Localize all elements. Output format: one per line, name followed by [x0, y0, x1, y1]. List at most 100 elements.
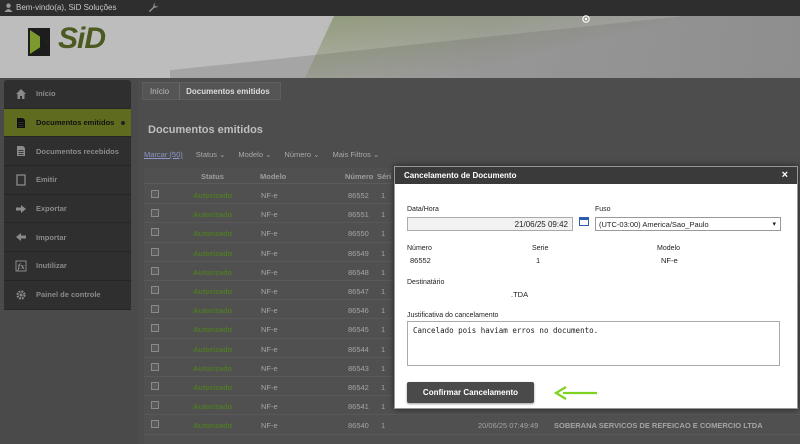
- row-status: Autorizado: [193, 229, 233, 239]
- modal-title: Cancelamento de Documento: [404, 171, 517, 180]
- confirm-cancel-button[interactable]: Confirmar Cancelamento: [407, 382, 534, 403]
- wrench-icon[interactable]: [148, 2, 159, 13]
- sidebar-item-label: Emitir: [36, 175, 58, 185]
- row-serie: 1: [381, 229, 386, 239]
- filter-status[interactable]: Status ⌄: [196, 150, 226, 159]
- document-icon: [14, 144, 28, 158]
- breadcrumb-current: Documentos emitidos: [186, 87, 270, 96]
- date-label: Data/Hora: [407, 206, 439, 213]
- sidebar-item-painel-de-controle[interactable]: Painel de controle: [4, 281, 131, 310]
- row-checkbox[interactable]: [151, 343, 159, 352]
- row-modelo: NF-e: [261, 248, 278, 258]
- row-modelo: NF-e: [261, 229, 278, 239]
- chevron-down-icon: ⌄: [372, 150, 380, 159]
- table-row[interactable]: Autorizado NF-e 86540 1 20/06/25 07:49:49 SOB…: [144, 415, 800, 435]
- fuso-select[interactable]: (UTC-03:00) America/Sao_Paulo ▾: [595, 217, 781, 231]
- destinatario-label: Destinatário: [407, 279, 445, 286]
- document-icon: [14, 116, 28, 130]
- fuso-label: Fuso: [595, 206, 611, 213]
- row-status: Autorizado: [193, 248, 233, 258]
- row-status: Autorizado: [193, 421, 233, 431]
- sidebar-item-documentos-emitidos[interactable]: Documentos emitidos: [4, 108, 131, 138]
- row-modelo: NF-e: [261, 306, 278, 316]
- col-status[interactable]: Status: [201, 172, 224, 181]
- chevron-down-icon: ⌄: [313, 150, 320, 159]
- arrow-left-icon: [14, 230, 28, 244]
- breadcrumb: Início Documentos emitidos: [142, 82, 281, 100]
- chevron-down-icon: ▾: [772, 221, 776, 228]
- row-status: Autorizado: [193, 383, 233, 392]
- sidebar-item-exportar[interactable]: Exportar: [4, 195, 131, 224]
- row-serie: 1: [381, 344, 386, 354]
- row-status: Autorizado: [193, 402, 233, 412]
- row-serie: 1: [381, 191, 386, 200]
- sidebar-item-label: Painel de controle: [36, 290, 101, 300]
- row-checkbox[interactable]: [151, 401, 159, 410]
- row-checkbox[interactable]: [151, 420, 159, 429]
- breadcrumb-home[interactable]: Início: [143, 83, 181, 100]
- sidebar-item-in-cio[interactable]: Início: [4, 80, 131, 109]
- row-status: Autorizado: [193, 210, 233, 220]
- row-serie: 1: [381, 325, 386, 335]
- sidebar-item-label: Inutilizar: [36, 261, 67, 271]
- row-modelo: NF-e: [261, 325, 278, 335]
- row-numero: 86542: [348, 383, 369, 392]
- filter-bar: Marcar (50) Status ⌄ Modelo ⌄ Número ⌄ M…: [144, 150, 379, 159]
- justificativa-textarea[interactable]: Cancelado pois haviam erros no documento…: [407, 321, 780, 366]
- row-checkbox[interactable]: [151, 305, 159, 314]
- row-modelo: NF-e: [261, 287, 278, 296]
- sidebar-item-label: Documentos emitidos: [36, 118, 115, 128]
- row-modelo: NF-e: [261, 210, 278, 220]
- row-numero: 86543: [348, 363, 369, 373]
- row-checkbox[interactable]: [151, 324, 159, 333]
- sidebar-item-label: Início: [36, 89, 56, 99]
- home-icon: [14, 87, 28, 101]
- welcome-text: Bem-vindo(a), SiD Soluções: [16, 3, 117, 12]
- col-serie[interactable]: Séri: [377, 172, 391, 181]
- row-modelo: NF-e: [261, 344, 278, 354]
- mark-all-link[interactable]: Marcar (50): [144, 150, 183, 159]
- sidebar-item-inutilizar[interactable]: fx Inutilizar: [4, 252, 131, 281]
- close-icon[interactable]: ×: [782, 169, 788, 181]
- col-modelo[interactable]: Modelo: [260, 172, 286, 181]
- sidebar-item-importar[interactable]: Importar: [4, 223, 131, 253]
- date-input[interactable]: 21/06/25 09:42: [407, 217, 573, 231]
- sidebar-item-emitir[interactable]: Emitir: [4, 166, 131, 195]
- modelo-label: Modelo: [657, 245, 680, 252]
- row-serie: 1: [381, 267, 386, 277]
- col-numero[interactable]: Número: [345, 172, 373, 181]
- row-checkbox[interactable]: [151, 382, 159, 390]
- row-status: Autorizado: [193, 325, 233, 335]
- chevron-down-icon: ⌄: [265, 150, 272, 159]
- user-welcome[interactable]: Bem-vindo(a), SiD Soluções: [4, 3, 116, 12]
- row-checkbox[interactable]: [151, 266, 159, 275]
- filter-numero[interactable]: Número ⌄: [284, 150, 319, 159]
- row-checkbox[interactable]: [151, 362, 159, 371]
- arrow-right-icon: [14, 202, 28, 216]
- sidebar-item-label: Exportar: [36, 204, 67, 214]
- numero-label: Número: [407, 245, 432, 252]
- row-numero: 86546: [348, 306, 369, 316]
- row-serie: 1: [381, 402, 386, 412]
- busy-cursor-icon: [582, 15, 590, 23]
- row-modelo: NF-e: [261, 383, 278, 392]
- row-modelo: NF-e: [261, 402, 278, 412]
- row-status: Autorizado: [193, 267, 233, 277]
- calendar-icon[interactable]: [579, 216, 589, 226]
- row-numero: 86548: [348, 267, 369, 277]
- row-checkbox[interactable]: [151, 190, 159, 198]
- row-status: Autorizado: [193, 306, 233, 316]
- row-checkbox[interactable]: [151, 228, 159, 237]
- sidebar-item-documentos-recebidos[interactable]: Documentos recebidos: [4, 137, 131, 167]
- row-numero: 86552: [348, 191, 369, 200]
- row-checkbox[interactable]: [151, 247, 159, 256]
- row-status: Autorizado: [193, 344, 233, 354]
- filter-more[interactable]: Mais Filtros ⌄: [333, 150, 380, 159]
- row-serie: 1: [381, 287, 386, 296]
- justificativa-label: Justificativa do cancelamento: [407, 312, 499, 319]
- page-icon: [14, 173, 28, 187]
- row-checkbox[interactable]: [151, 286, 159, 294]
- row-checkbox[interactable]: [151, 209, 159, 218]
- filter-modelo[interactable]: Modelo ⌄: [238, 150, 271, 159]
- fuso-selected: (UTC-03:00) America/Sao_Paulo: [599, 220, 709, 229]
